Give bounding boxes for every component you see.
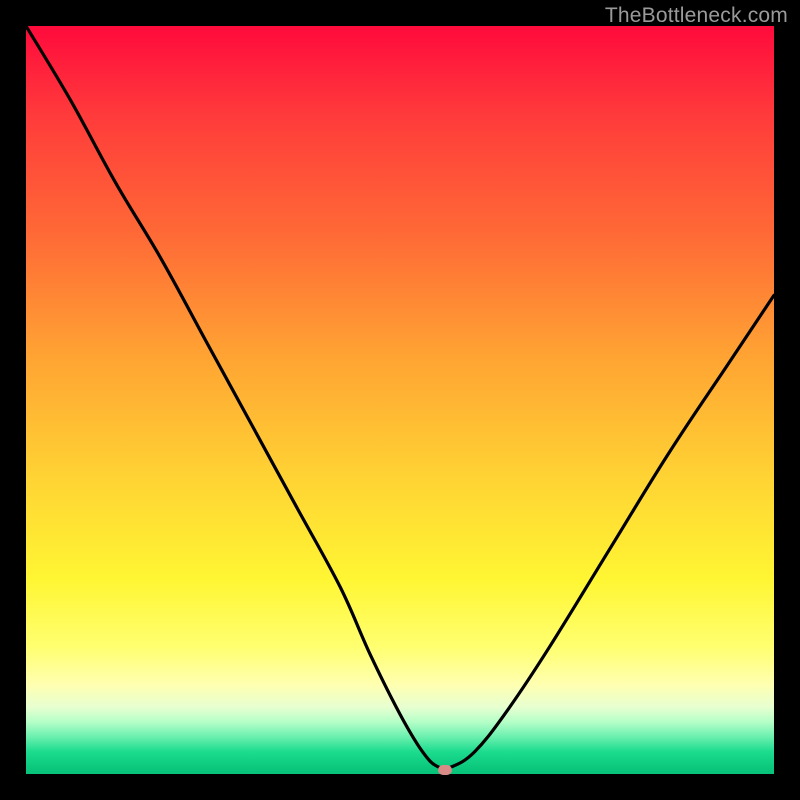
bottleneck-curve <box>26 26 774 774</box>
chart-frame: TheBottleneck.com <box>0 0 800 800</box>
optimal-point-marker <box>438 765 452 775</box>
plot-area <box>26 26 774 774</box>
attribution-text: TheBottleneck.com <box>605 4 788 28</box>
